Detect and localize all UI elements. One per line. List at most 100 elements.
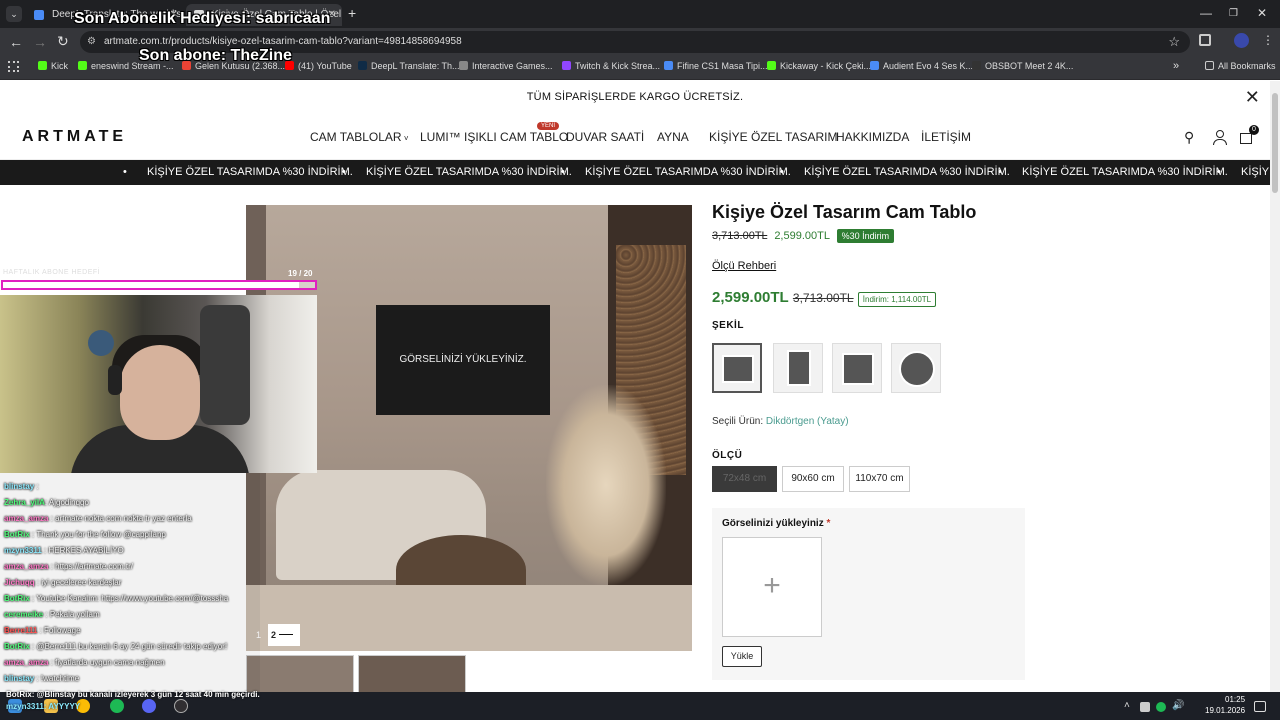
profile-avatar[interactable] bbox=[1234, 33, 1249, 48]
last-gift-sub-text: Son Abonelik Hediyesi: sabricaan bbox=[74, 10, 331, 27]
marquee-item: KİŞİYE ÖZEL TASARIMDA %30 İNDİRİM. bbox=[123, 160, 353, 185]
new-badge: YENİ bbox=[537, 122, 560, 130]
account-icon[interactable] bbox=[1212, 129, 1228, 145]
clock-time: 01:25 bbox=[1225, 695, 1246, 704]
tray-spotify-icon[interactable] bbox=[1156, 702, 1166, 712]
portrait-thumb bbox=[787, 350, 811, 386]
nav-hakkimizda[interactable]: HAKKIMIZDA bbox=[836, 130, 909, 144]
headset bbox=[108, 365, 122, 395]
minimize-icon[interactable]: — bbox=[1200, 6, 1212, 20]
menu-icon[interactable]: ⋮ bbox=[1262, 33, 1274, 47]
site-info-icon[interactable]: ⚙ bbox=[87, 31, 96, 53]
slide-line bbox=[278, 634, 293, 635]
shape-option-circle[interactable] bbox=[891, 343, 941, 393]
old-price: 3,713.00TL bbox=[712, 230, 768, 242]
close-window-icon[interactable]: ✕ bbox=[1257, 6, 1267, 20]
page-scrollbar[interactable] bbox=[1270, 81, 1280, 692]
all-bookmarks-folder[interactable]: All Bookmarks bbox=[1205, 61, 1276, 71]
bookmark-star-icon[interactable]: ☆ bbox=[1168, 31, 1180, 53]
chat-line: blinstay : bbox=[4, 482, 39, 491]
close-icon[interactable]: ✕ bbox=[1245, 81, 1260, 113]
globe bbox=[88, 330, 114, 356]
bookmark-interactive-games[interactable]: Interactive Games... bbox=[459, 61, 553, 71]
bookmark-deepl[interactable]: DeepL Translate: Th... bbox=[358, 61, 460, 71]
bookmark-twitch-kick[interactable]: Twitch & Kick Strea... bbox=[562, 61, 660, 71]
extensions-icon[interactable] bbox=[1199, 34, 1211, 46]
system-clock[interactable]: 01:25 19.01.2026 bbox=[1205, 694, 1245, 716]
volume-icon[interactable]: 🔊 bbox=[1172, 700, 1184, 711]
bookmark-kick[interactable]: Kick bbox=[38, 61, 68, 71]
scrollbar-thumb[interactable] bbox=[1272, 93, 1278, 193]
new-tab-button[interactable]: + bbox=[348, 5, 356, 21]
nav-kisiye-ozel[interactable]: KİŞİYE ÖZEL TASARIM bbox=[709, 130, 837, 144]
size-guide-link[interactable]: Ölçü Rehberi bbox=[712, 260, 776, 272]
shape-option-square[interactable] bbox=[832, 343, 882, 393]
bookmark-kickaway[interactable]: Kickaway - Kick Çeki... bbox=[767, 61, 871, 71]
compare-price: 3,713.00TL bbox=[792, 291, 854, 305]
streamer-face bbox=[120, 345, 200, 440]
folder-icon bbox=[1205, 61, 1214, 70]
size-option-90x60[interactable]: 90x60 cm bbox=[782, 466, 844, 492]
upload-panel: Görselinizi yükleyiniz * + Yükle bbox=[712, 508, 1025, 680]
canvas-preview: GÖRSELİNİZİ YÜKLEYİNİZ. bbox=[376, 305, 550, 415]
sub-goal-count: 19 / 20 bbox=[288, 269, 313, 278]
upload-dropzone[interactable]: + bbox=[722, 537, 822, 637]
chat-line: amza_amza : artmate nokta com nokta tr y… bbox=[4, 514, 192, 523]
marquee-item: KİŞİYE ÖZEL TASARIMDA %30 İNDİRİM. bbox=[342, 160, 572, 185]
thumbnail-2[interactable] bbox=[358, 655, 466, 693]
cart-icon[interactable]: 0 bbox=[1239, 125, 1259, 145]
floor bbox=[246, 585, 692, 651]
bookmark-audient[interactable]: Audient Evo 4 Ses K... bbox=[870, 61, 973, 71]
url-text: artmate.com.tr/products/kisiye-ozel-tasa… bbox=[104, 36, 462, 47]
size-option-110x70[interactable]: 110x70 cm bbox=[849, 466, 910, 492]
chat-latest-line: BotRix: @Blinstay bu kanalı izleyerek 3 … bbox=[6, 690, 260, 711]
announcement-marquee: KİŞİYE ÖZEL TASARIMDA %30 İNDİRİM. KİŞİY… bbox=[0, 160, 1270, 185]
shape-option-portrait[interactable] bbox=[773, 343, 823, 393]
chat-line: amza_amza : fiyatlarda uygun cama nağmen bbox=[4, 658, 165, 667]
nav-iletisim[interactable]: İLETİŞİM bbox=[921, 130, 971, 144]
check-icon bbox=[664, 61, 673, 70]
chevron-down-icon: ˅ bbox=[401, 134, 409, 143]
thumbnail-1[interactable] bbox=[246, 655, 354, 693]
price-detail: 2,599.00TL 3,713.00TL İndirim: 1,114.00T… bbox=[712, 289, 937, 307]
search-icon[interactable]: ⚲ bbox=[1184, 129, 1200, 145]
square-thumb bbox=[842, 353, 874, 385]
back-icon[interactable]: ← bbox=[9, 34, 23, 50]
tray-discord-icon[interactable] bbox=[1140, 702, 1150, 712]
chat-line: ceremeike : Pekala yollam bbox=[4, 610, 100, 619]
shape-option-landscape[interactable] bbox=[712, 343, 762, 393]
nav-lumi[interactable]: LUMI™ IŞIKLI CAM TABLO bbox=[420, 130, 568, 144]
gaming-chair bbox=[200, 305, 250, 425]
site-logo[interactable]: ARTMATE bbox=[22, 128, 127, 146]
more-bookmarks-icon[interactable]: » bbox=[1173, 60, 1179, 72]
bookmark-fifine[interactable]: Fifine CS1 Masa Tipi... bbox=[664, 61, 768, 71]
upload-button[interactable]: Yükle bbox=[722, 646, 762, 667]
chat-line: Berre111 : Followage bbox=[4, 626, 81, 635]
selected-product: Seçili Ürün: Dikdörtgen (Yatay) bbox=[712, 416, 849, 427]
chat-line: blinstay : !watchtime bbox=[4, 674, 80, 683]
tab-list-icon[interactable]: ⌄ bbox=[6, 6, 22, 22]
reload-icon[interactable]: ↻ bbox=[57, 33, 69, 50]
marquee-item: KİŞİYE ÖZEL TASARIMDA %30 İNDİRİM. bbox=[780, 160, 1010, 185]
chat-line: BotRix : @Berre111 bu kanalı 6 ay 24 gün… bbox=[4, 642, 228, 651]
chat-line: BotRix : Thank you for the follow @cappi… bbox=[4, 530, 166, 539]
selected-label: Seçili Ürün: bbox=[712, 416, 764, 427]
apps-grid-icon[interactable] bbox=[8, 61, 19, 72]
slide-indicator[interactable]: 2 bbox=[268, 624, 300, 646]
nav-duvar-saati[interactable]: DUVAR SAATİ bbox=[566, 130, 644, 144]
obsbot-icon bbox=[972, 61, 981, 70]
tray-chevron-icon[interactable]: ˄ bbox=[1124, 700, 1130, 711]
restore-icon[interactable]: ❐ bbox=[1229, 8, 1238, 19]
chat-line: Zehra_yilA: Ajgodinqqo bbox=[4, 498, 89, 507]
nav-cam-tablolar[interactable]: CAM TABLOLAR ˅ bbox=[310, 130, 409, 144]
notification-icon[interactable] bbox=[1254, 701, 1266, 712]
nav-ayna[interactable]: AYNA bbox=[657, 130, 689, 144]
slide-number: 2 bbox=[271, 630, 277, 640]
marquee-item: KİŞİYE ÖZEL TASARIMDA %30 İNDİRİM. bbox=[561, 160, 791, 185]
landscape-thumb bbox=[722, 355, 754, 383]
forward-icon[interactable]: → bbox=[33, 34, 47, 50]
size-option-72x48[interactable]: 72x48 cm bbox=[712, 466, 777, 492]
bookmark-obsbot[interactable]: OBSBOT Meet 2 4K... bbox=[972, 61, 1073, 71]
deepl-icon bbox=[358, 61, 367, 70]
bookmark-youtube[interactable]: (41) YouTube bbox=[285, 61, 352, 71]
